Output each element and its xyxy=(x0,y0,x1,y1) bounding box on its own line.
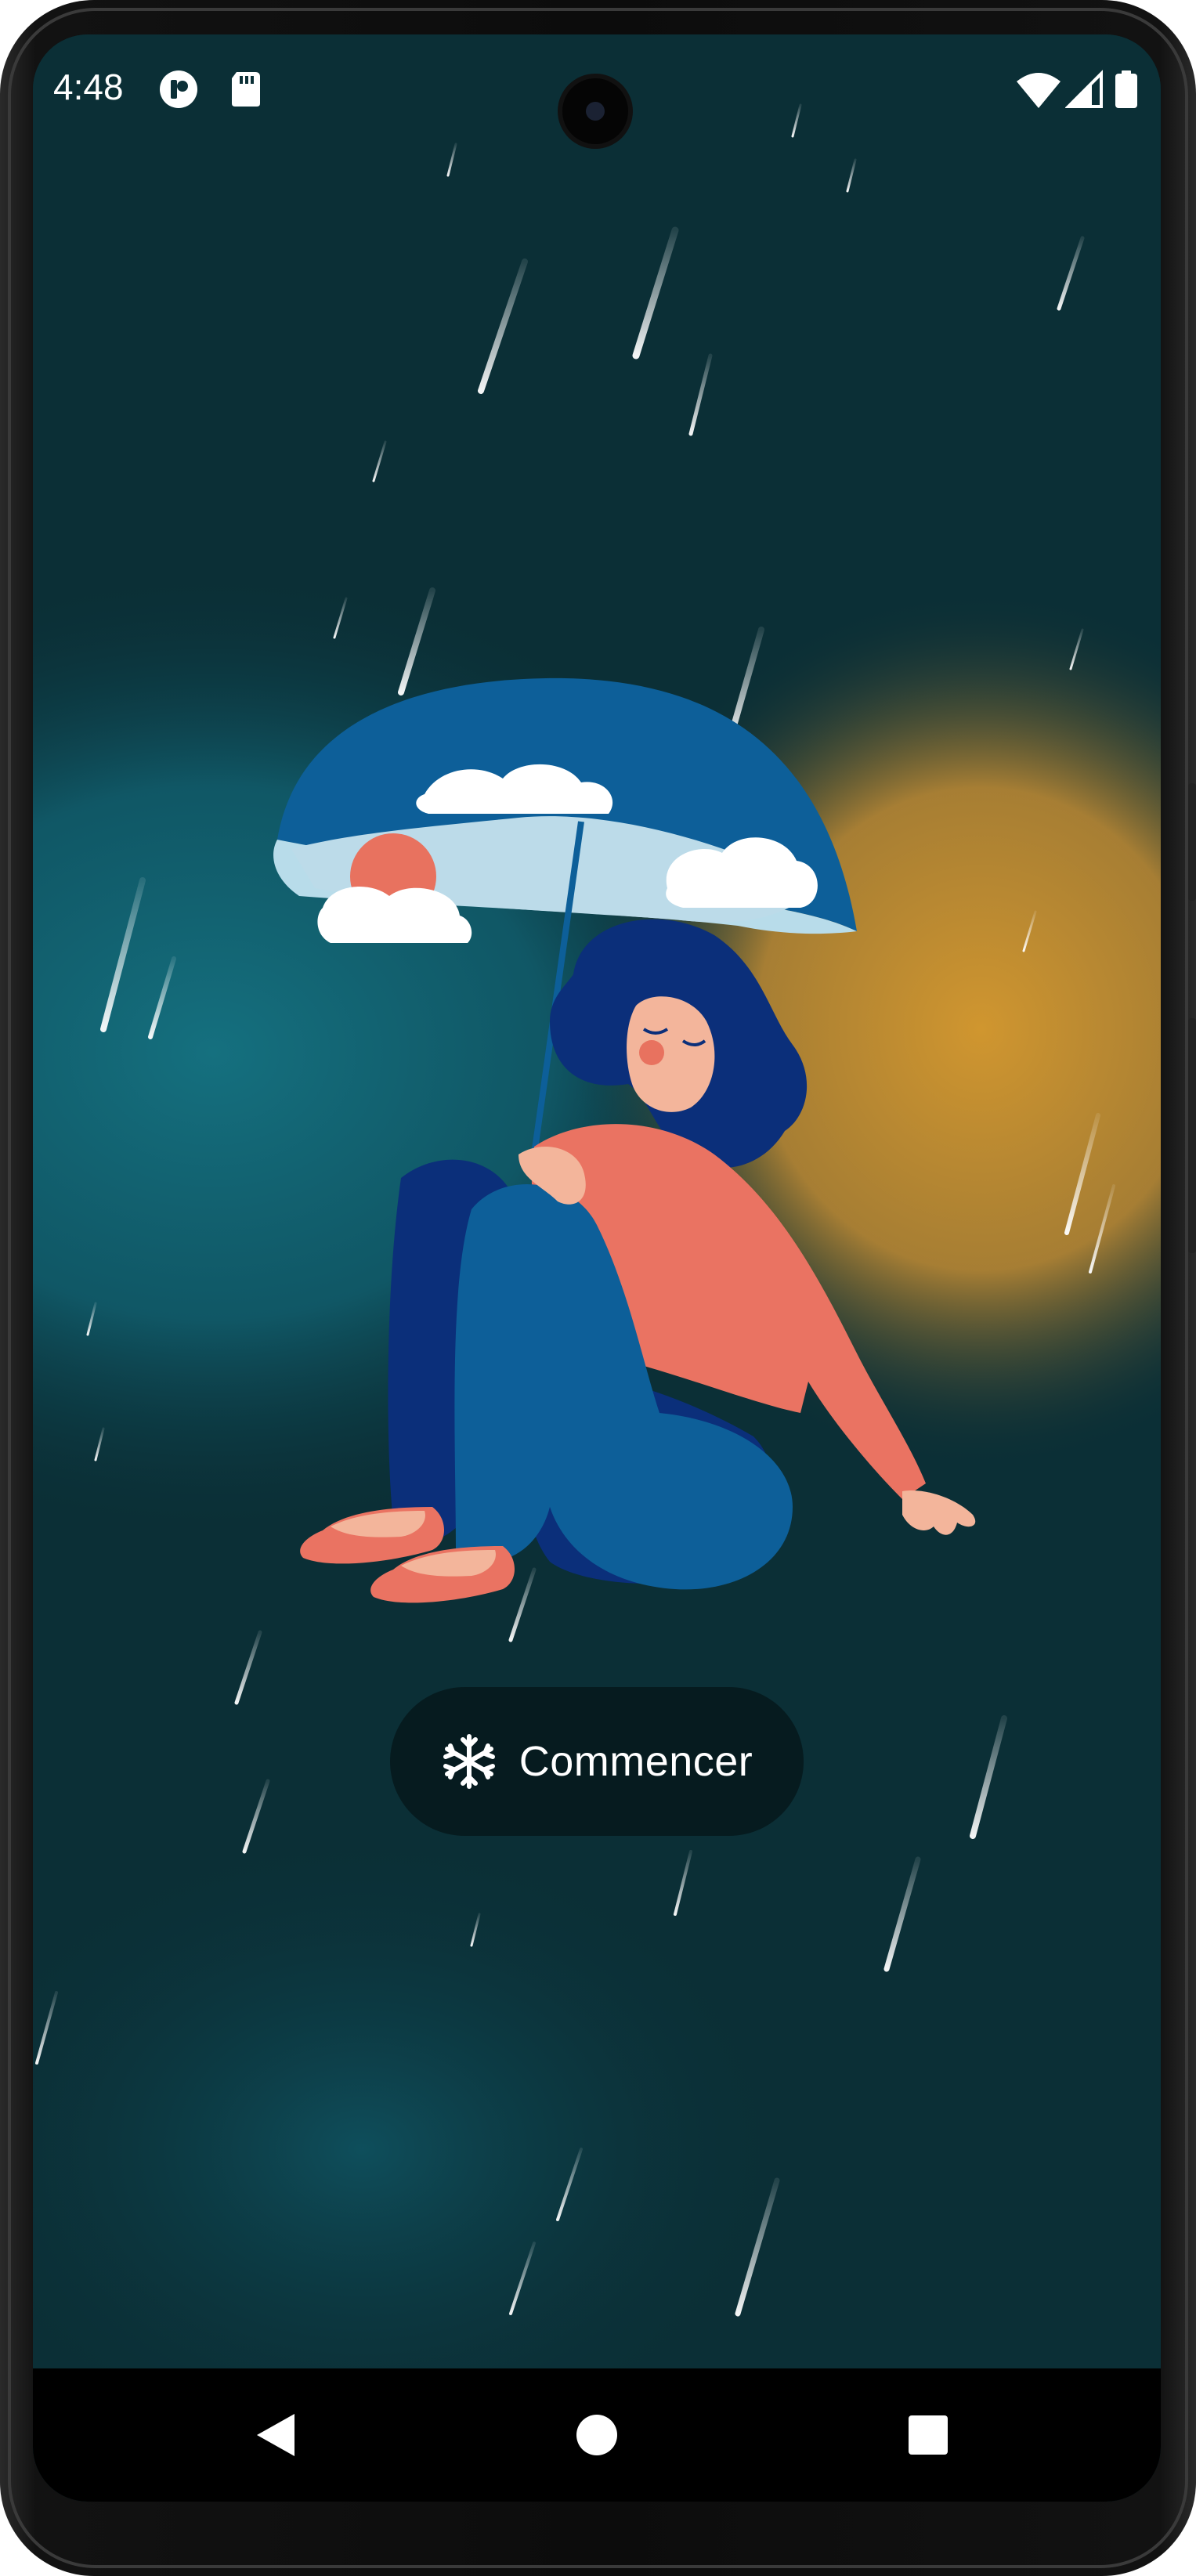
wifi-icon xyxy=(1017,73,1061,108)
cellular-signal-icon xyxy=(1065,70,1103,108)
status-bar: 4:48 xyxy=(33,34,1161,144)
navigation-bar xyxy=(33,2368,1161,2502)
volume-button xyxy=(1188,1018,1196,1253)
screen: 4:48 Commencer xyxy=(33,34,1161,2502)
back-icon[interactable] xyxy=(244,2401,312,2469)
power-button xyxy=(1188,783,1196,901)
app-notification-icon xyxy=(160,70,197,108)
recents-icon[interactable] xyxy=(894,2401,962,2469)
snowflake-icon xyxy=(443,1734,495,1789)
start-button[interactable]: Commencer xyxy=(390,1687,804,1836)
status-time: 4:48 xyxy=(53,67,124,107)
phone-frame: 4:48 Commencer xyxy=(0,0,1196,2576)
background-scene xyxy=(33,34,1161,2403)
start-button-label: Commencer xyxy=(519,1738,753,1785)
battery-icon xyxy=(1115,70,1137,108)
front-camera xyxy=(562,78,628,144)
sd-card-icon xyxy=(232,72,260,107)
home-icon[interactable] xyxy=(563,2401,631,2469)
